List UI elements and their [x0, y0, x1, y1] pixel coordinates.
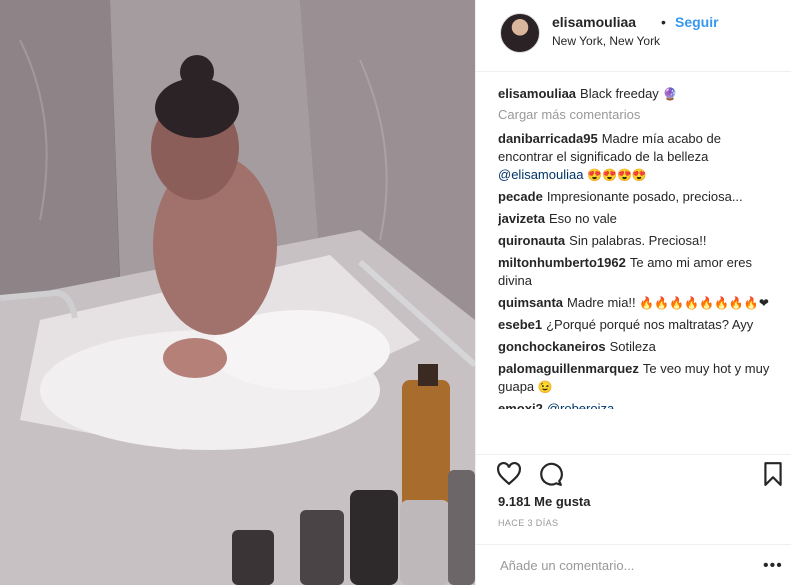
header-username[interactable]: elisamouliaa — [552, 14, 636, 30]
fire-icon: 🔥🔥🔥🔥🔥🔥🔥🔥❤ — [639, 296, 769, 310]
post-photo[interactable] — [0, 0, 475, 585]
comment-icon[interactable] — [537, 461, 563, 487]
comment-item: danibarricada95 Madre mía acabo de encont… — [498, 130, 778, 184]
comment-item: esebe1 ¿Porqué porqué nos maltratas? Ayy — [498, 316, 778, 334]
comment-username[interactable]: miltonhumberto1962 — [498, 255, 626, 270]
caption-username[interactable]: elisamouliaa — [498, 86, 576, 101]
comment-item: gonchockaneiros Sotileza — [498, 338, 778, 356]
follow-button[interactable]: Seguir — [675, 14, 719, 30]
bookmark-icon[interactable] — [760, 461, 786, 487]
header-separator: • — [661, 14, 666, 30]
comment-item: quironauta Sin palabras. Preciosa!! — [498, 232, 778, 250]
comment-text: Madre mia!! — [567, 295, 636, 310]
comment-item: quimsanta Madre mia!! 🔥🔥🔥🔥🔥🔥🔥🔥❤ — [498, 294, 778, 312]
wink-icon: 😉 — [537, 380, 553, 394]
comment-item: palomaguillenmarquez Te veo muy hot y muy… — [498, 360, 778, 396]
comment-item: javizeta Eso no vale — [498, 210, 778, 228]
load-more-comments[interactable]: Cargar más comentarios — [498, 107, 778, 122]
comment-username[interactable]: javizeta — [498, 211, 545, 226]
comment-text: ¿Porqué porqué nos maltratas? Ayy — [546, 317, 754, 332]
post-timestamp[interactable]: HACE 3 DÍAS — [498, 518, 558, 528]
add-comment-bar: ••• — [476, 544, 791, 585]
action-bar — [476, 454, 791, 490]
comment-username[interactable]: palomaguillenmarquez — [498, 361, 639, 376]
comment-username[interactable]: quironauta — [498, 233, 565, 248]
likes-count[interactable]: 9.181 Me gusta — [498, 494, 591, 509]
avatar[interactable] — [500, 13, 540, 53]
comments-list[interactable]: elisamouliaa Black freeday 🔮 Cargar más c… — [498, 85, 778, 453]
post-header: elisamouliaa • Seguir New York, New York — [476, 0, 791, 72]
crystal-ball-icon: 🔮 — [662, 87, 678, 101]
instagram-post: elisamouliaa • Seguir New York, New York… — [0, 0, 791, 585]
comment-username[interactable]: pecade — [498, 189, 543, 204]
comment-username[interactable]: danibarricada95 — [498, 131, 598, 146]
comment-item: miltonhumberto1962 Te amo mi amor eres di… — [498, 254, 778, 290]
comment-item: pecade Impresionante posado, preciosa... — [498, 188, 778, 206]
more-options-icon[interactable]: ••• — [763, 557, 783, 575]
comment-username[interactable]: gonchockaneiros — [498, 339, 606, 354]
comment-text: Eso no vale — [548, 211, 617, 226]
comment-input[interactable] — [498, 557, 742, 574]
comment-item: emoxi2 @roberoiza — [498, 400, 778, 409]
comment-text: Impresionante posado, preciosa... — [546, 189, 743, 204]
post-side-panel: elisamouliaa • Seguir New York, New York… — [475, 0, 791, 585]
heart-eyes-icon: 😍😍😍😍 — [587, 168, 647, 182]
comment-mention[interactable]: @elisamouliaa — [498, 167, 583, 182]
comment-username[interactable]: esebe1 — [498, 317, 542, 332]
comment-username[interactable]: emoxi2 — [498, 401, 543, 409]
caption-text: Black freeday — [580, 86, 659, 101]
heart-icon[interactable] — [496, 461, 522, 487]
photo-illustration — [0, 0, 475, 585]
location-link[interactable]: New York, New York — [552, 34, 660, 48]
comment-text: Sin palabras. Preciosa!! — [569, 233, 707, 248]
comment-mention[interactable]: @roberoiza — [547, 401, 614, 409]
comment-text: Sotileza — [609, 339, 656, 354]
comment-username[interactable]: quimsanta — [498, 295, 563, 310]
caption: elisamouliaa Black freeday 🔮 — [498, 85, 778, 103]
